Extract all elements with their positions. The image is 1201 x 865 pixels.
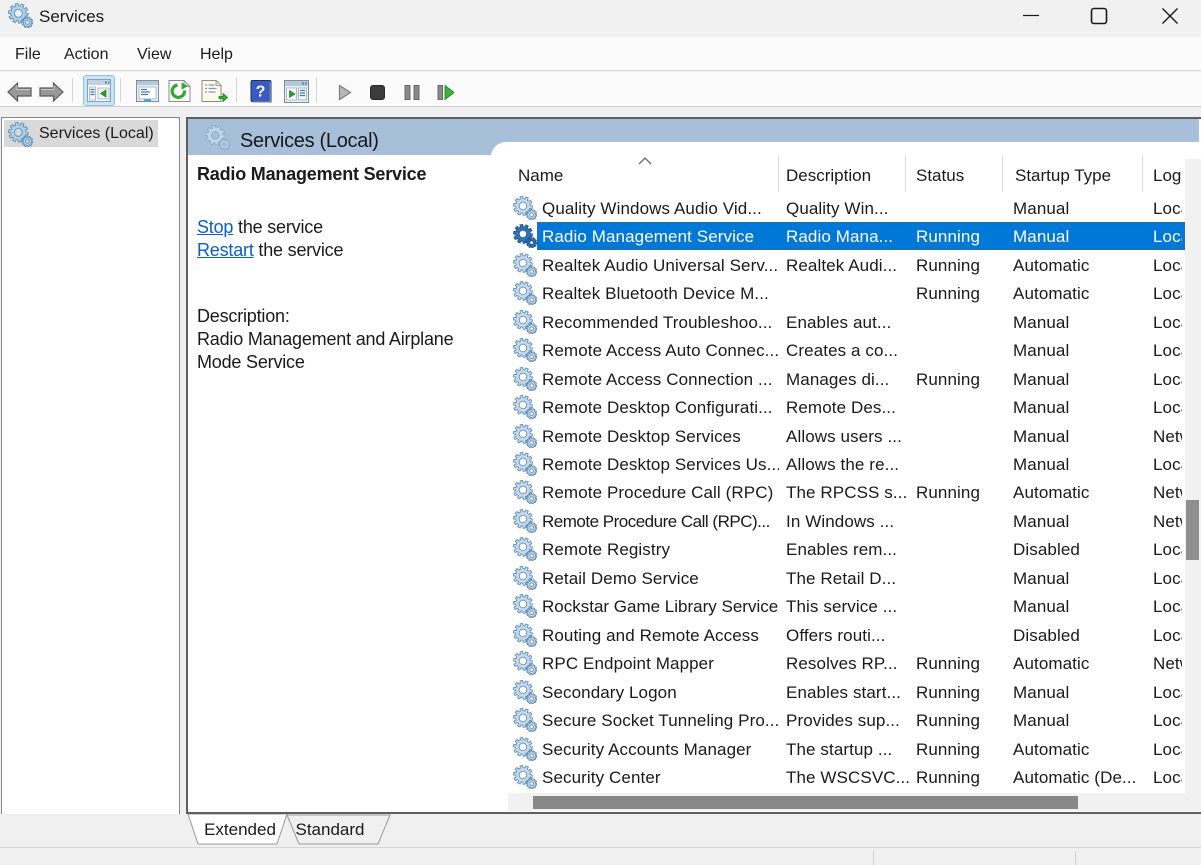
svg-text:?: ? xyxy=(256,84,266,101)
